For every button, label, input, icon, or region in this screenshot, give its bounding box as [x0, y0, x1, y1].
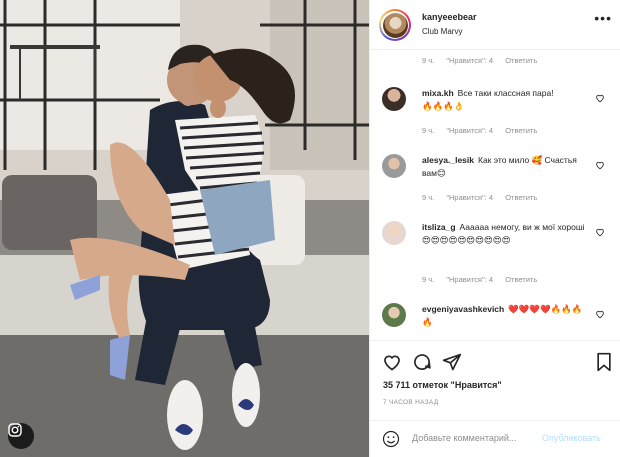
- commenter-username[interactable]: alesya._lesik: [422, 155, 474, 165]
- add-comment-bar: Опубликовать: [370, 420, 620, 457]
- comment-meta: 9 ч. "Нравится": 4 Ответить: [422, 126, 547, 135]
- comment-meta: 9 ч. "Нравится": 4 Ответить: [422, 193, 547, 202]
- comment-likes[interactable]: "Нравится": 4: [446, 56, 493, 65]
- comment-time: 9 ч.: [422, 275, 435, 284]
- comment-item: alesya._lesik Как это мило 🥰 Счастья вам😊: [422, 154, 590, 180]
- author-avatar[interactable]: [379, 9, 411, 41]
- photo-illustration: [0, 0, 369, 457]
- comment-item: mixa.kh Все таки классная пара! 🔥🔥🔥👌: [422, 87, 590, 113]
- share-paper-plane-icon[interactable]: [442, 352, 462, 372]
- comments-list[interactable]: 9 ч. "Нравится": 4 Ответить mixa.kh Все т…: [370, 50, 620, 340]
- commenter-avatar[interactable]: [382, 87, 406, 111]
- comment-text: Все таки классная пара!: [457, 88, 554, 98]
- comment-likes[interactable]: "Нравится": 4: [446, 193, 493, 202]
- comment-time: 9 ч.: [422, 56, 435, 65]
- comment-bubble-icon[interactable]: [412, 352, 432, 372]
- post-location[interactable]: Club Marvy: [422, 27, 462, 36]
- reply-button[interactable]: Ответить: [505, 126, 537, 135]
- likes-count[interactable]: 35 711 отметок "Нравится": [383, 380, 502, 390]
- save-bookmark-icon[interactable]: [594, 352, 614, 372]
- comment-time: 9 ч.: [422, 193, 435, 202]
- publish-button[interactable]: Опубликовать: [542, 433, 601, 443]
- comment-emoji: 🔥🔥🔥👌: [422, 101, 465, 111]
- post-header: kanyeeebear Club Marvy •••: [370, 0, 620, 50]
- comment-likes[interactable]: "Нравится": 4: [446, 275, 493, 284]
- comment-meta: 9 ч. "Нравится": 4 Ответить: [422, 56, 547, 65]
- commenter-username[interactable]: mixa.kh: [422, 88, 454, 98]
- like-heart-icon[interactable]: [382, 352, 402, 372]
- author-username[interactable]: kanyeeebear: [422, 12, 477, 22]
- commenter-username[interactable]: itsliza_g: [422, 222, 456, 232]
- post-actions: 35 711 отметок "Нравится" 7 ЧАСОВ НАЗАД: [370, 340, 620, 420]
- commenter-username[interactable]: evgeniyavashkevich: [422, 304, 504, 314]
- bear-avatar-icon: [382, 12, 408, 38]
- commenter-avatar[interactable]: [382, 221, 406, 245]
- reply-button[interactable]: Ответить: [505, 56, 537, 65]
- emoji-smile-icon[interactable]: [382, 430, 400, 448]
- comment-time: 9 ч.: [422, 126, 435, 135]
- commenter-avatar[interactable]: [382, 154, 406, 178]
- like-comment-heart-icon[interactable]: [595, 309, 605, 319]
- commenter-avatar[interactable]: [382, 303, 406, 327]
- more-options-icon[interactable]: •••: [594, 11, 612, 25]
- reply-button[interactable]: Ответить: [505, 193, 537, 202]
- instagram-glyph-icon[interactable]: [8, 423, 34, 449]
- add-comment-input[interactable]: [412, 433, 542, 443]
- post-photo[interactable]: [0, 0, 369, 457]
- comment-item: itsliza_g Аааааа немогу, ви ж мої хороші😍…: [422, 221, 590, 247]
- post-sidebar: kanyeeebear Club Marvy ••• 9 ч. "Нравитс…: [369, 0, 620, 457]
- post-time[interactable]: 7 ЧАСОВ НАЗАД: [383, 399, 438, 406]
- like-comment-heart-icon[interactable]: [595, 160, 605, 170]
- reply-button[interactable]: Ответить: [505, 275, 537, 284]
- like-comment-heart-icon[interactable]: [595, 227, 605, 237]
- like-comment-heart-icon[interactable]: [595, 93, 605, 103]
- comment-meta: 9 ч. "Нравится": 4 Ответить: [422, 275, 547, 284]
- comment-likes[interactable]: "Нравится": 4: [446, 126, 493, 135]
- comment-item: evgeniyavashkevich ❤️❤️❤️❤️🔥🔥🔥🔥: [422, 303, 590, 329]
